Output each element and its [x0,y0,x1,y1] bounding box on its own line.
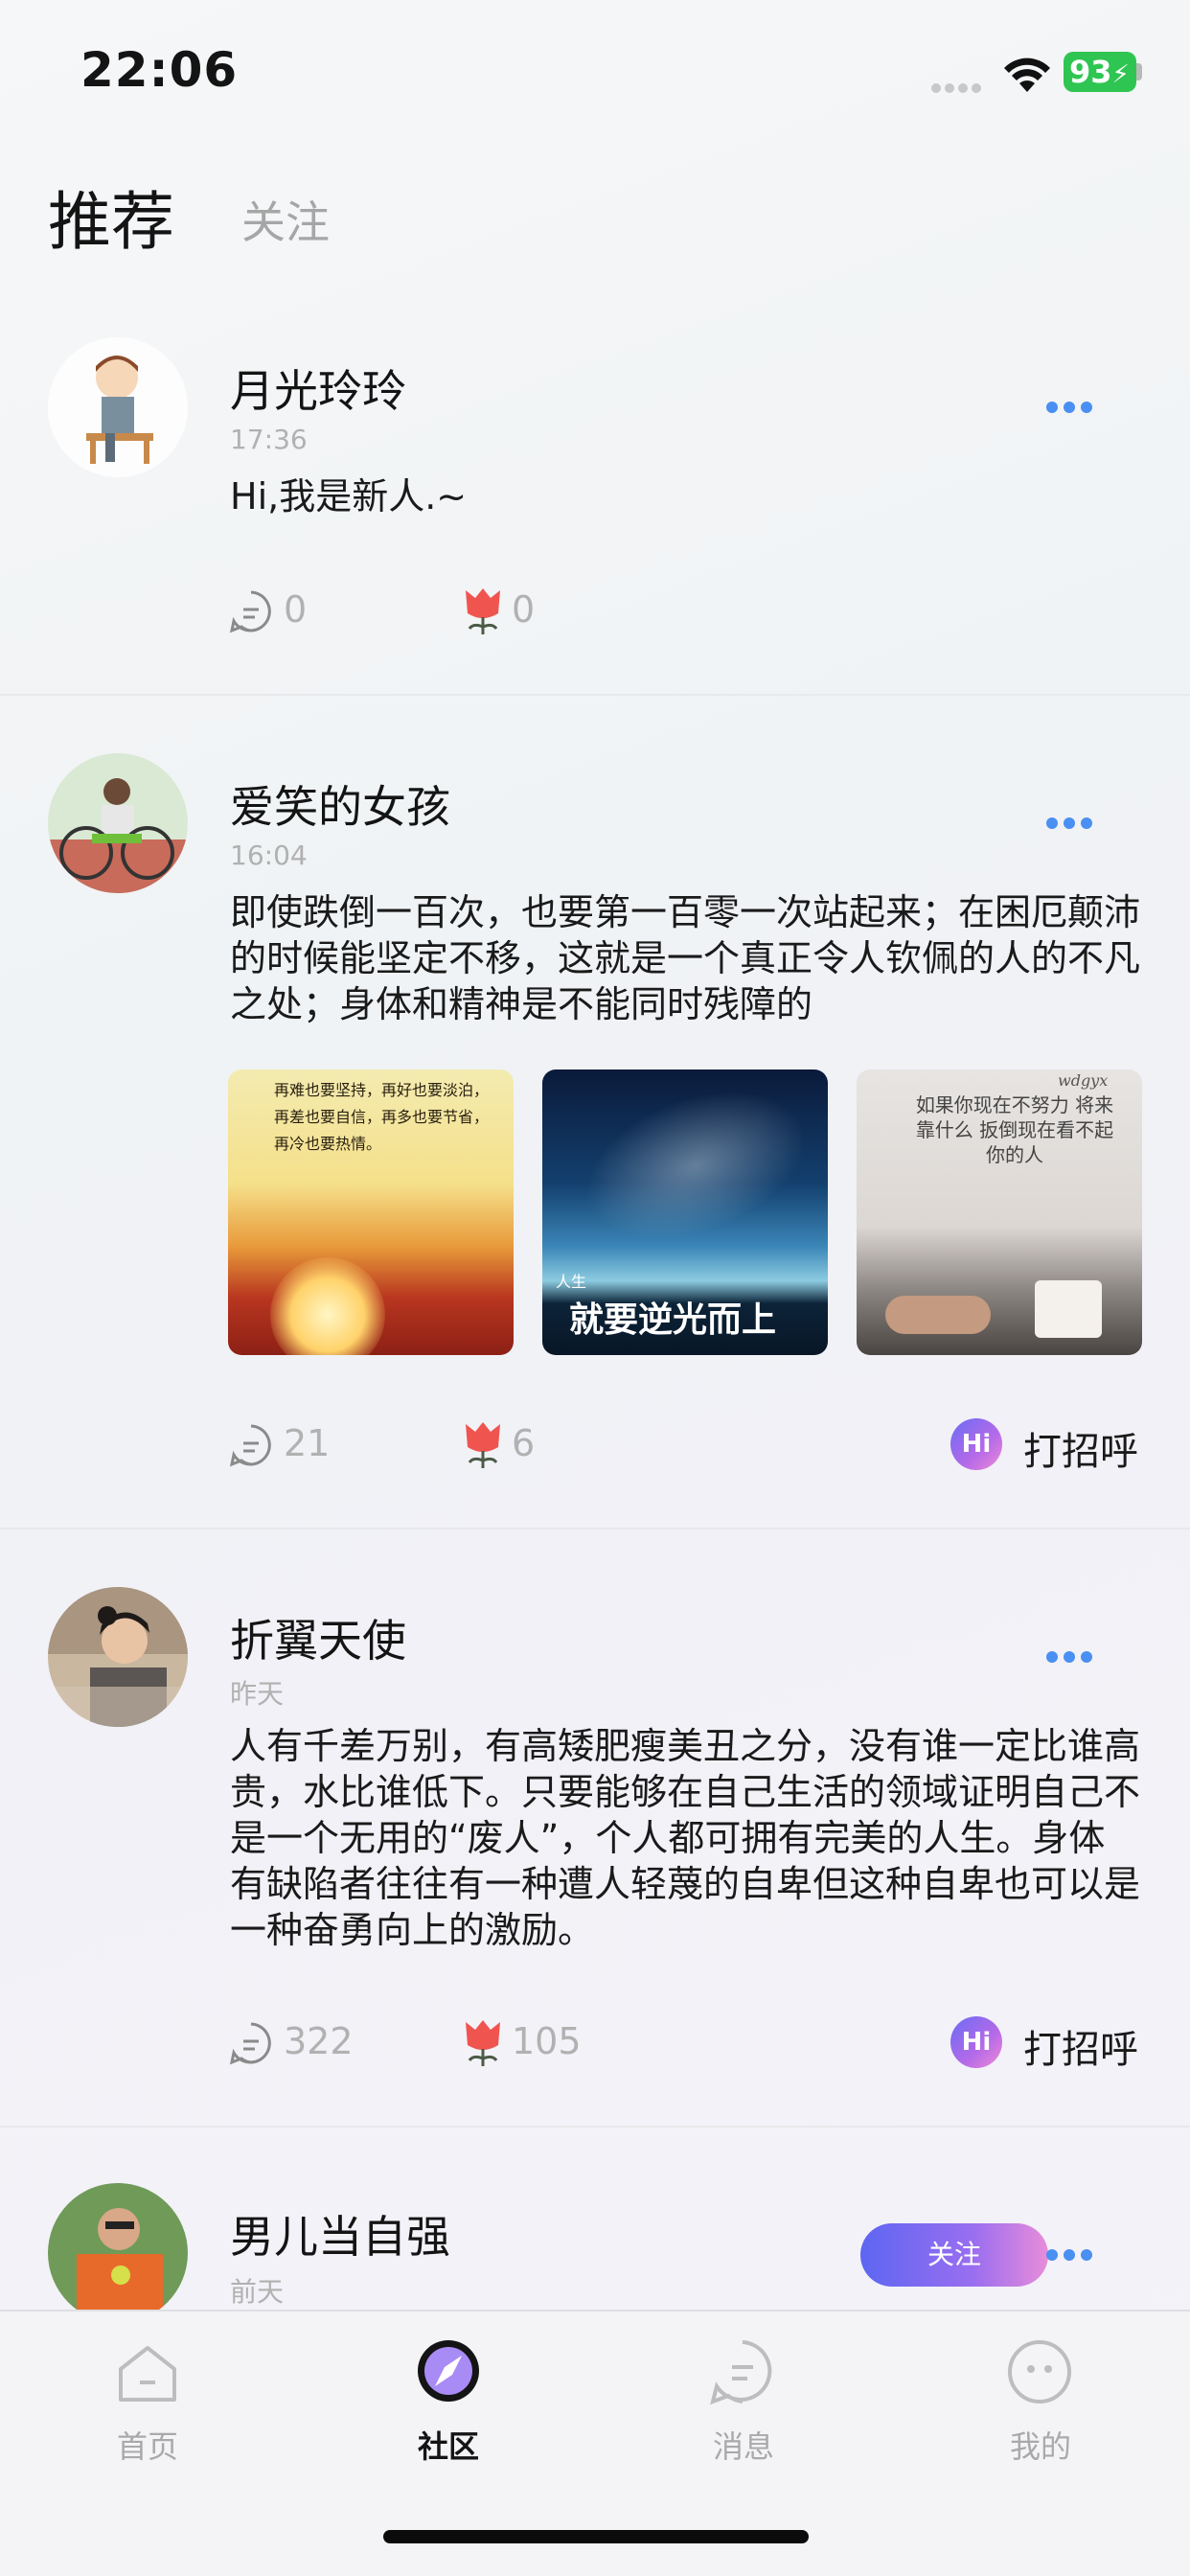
post-time: 昨天 [230,1678,285,1710]
battery-tip [1136,63,1142,80]
post-username[interactable]: 折翼天使 [230,1606,406,1669]
post-time: 前天 [230,2276,285,2308]
comment-icon[interactable] [228,588,274,634]
image-watermark: wdgyx [1058,1071,1109,1090]
wifi-icon [1004,58,1050,92]
avatar-wheelchair-image [48,753,188,893]
tab-following[interactable]: 关注 [241,188,330,251]
post-username[interactable]: 月光玲玲 [230,356,406,420]
hi-badge-icon[interactable]: Hi [950,2016,1002,2068]
home-icon[interactable] [115,2340,180,2405]
post-text: 人有千差万别，有高矮肥瘦美丑之分，没有谁一定比谁高贵，水比谁低下。只要能够在自己… [230,1725,1141,1951]
post-image[interactable]: 再难也要坚持，再好也要淡泊，再差也要自信，再多也要节省，再冷也要热情。 [228,1070,514,1355]
more-options-icon[interactable] [1046,1648,1100,1663]
post-time: 17:36 [230,424,308,455]
status-time: 22:06 [80,42,239,98]
image-caption: 就要逆光而上 [569,1300,777,1340]
comment-count: 0 [284,588,308,631]
follow-button[interactable]: 关注 [860,2223,1048,2287]
flower-like-icon[interactable] [462,2016,504,2068]
battery-indicator: 93⚡ [1064,52,1136,92]
flower-like-icon[interactable] [462,1418,504,1470]
home-indicator[interactable] [383,2530,809,2543]
nav-label-home[interactable]: 首页 [90,2423,205,2467]
image-caption: 再难也要坚持，再好也要淡泊，再差也要自信，再多也要节省，再冷也要热情。 [274,1081,490,1153]
more-options-icon[interactable] [1046,815,1100,829]
post-divider [0,2126,1190,2128]
avatar-photo-image [48,1587,188,1727]
like-count: 6 [512,1422,536,1464]
post-text: 即使跌倒一百次，也要第一百零一次站起来；在困厄颠沛的时候能坚定不移，这就是一个真… [230,891,1141,1025]
post-username[interactable]: 男儿当自强 [230,2202,450,2266]
nav-label-messages[interactable]: 消息 [686,2423,801,2467]
post-divider [0,694,1190,696]
more-options-icon[interactable] [1046,2246,1100,2261]
comment-icon[interactable] [228,2020,274,2066]
greet-button[interactable]: 打招呼 [1023,2018,1138,2074]
avatar[interactable] [48,2183,188,2323]
comment-count: 21 [284,1422,331,1464]
post-username[interactable]: 爱笑的女孩 [230,772,450,836]
signal-icon [931,79,985,93]
avatar[interactable] [48,1587,188,1727]
tab-recommend[interactable]: 推荐 [48,171,174,263]
avatar[interactable] [48,337,188,477]
image-caption: 如果你现在不努力 将来靠什么 扳倒现在看不起你的人 [915,1093,1114,1166]
nav-label-profile[interactable]: 我的 [983,2423,1098,2467]
like-count: 0 [512,588,536,631]
image-caption-small: 人生 [556,1273,587,1291]
battery-level: 93 [1069,54,1112,90]
more-options-icon[interactable] [1046,399,1100,413]
post-text: Hi,我是新人.~ [230,475,468,518]
post-image[interactable]: wdgyx 如果你现在不努力 将来靠什么 扳倒现在看不起你的人 [857,1070,1142,1355]
avatar-athlete-image [48,2183,188,2323]
nav-label-community[interactable]: 社区 [391,2423,506,2467]
hi-badge-icon[interactable]: Hi [950,1418,1002,1470]
greet-button[interactable]: 打招呼 [1023,1420,1138,1476]
post-time: 16:04 [230,840,308,871]
avatar-cartoon-image [48,337,188,477]
flower-like-icon[interactable] [462,585,504,636]
like-count: 105 [512,2020,582,2062]
profile-icon[interactable] [1006,2338,1073,2405]
avatar[interactable] [48,753,188,893]
comment-icon[interactable] [228,1422,274,1468]
message-icon[interactable] [709,2338,776,2405]
compass-icon[interactable] [414,2336,483,2405]
post-divider [0,1528,1190,1530]
comment-count: 322 [284,2020,354,2062]
post-image[interactable]: 人生 就要逆光而上 [542,1070,828,1355]
